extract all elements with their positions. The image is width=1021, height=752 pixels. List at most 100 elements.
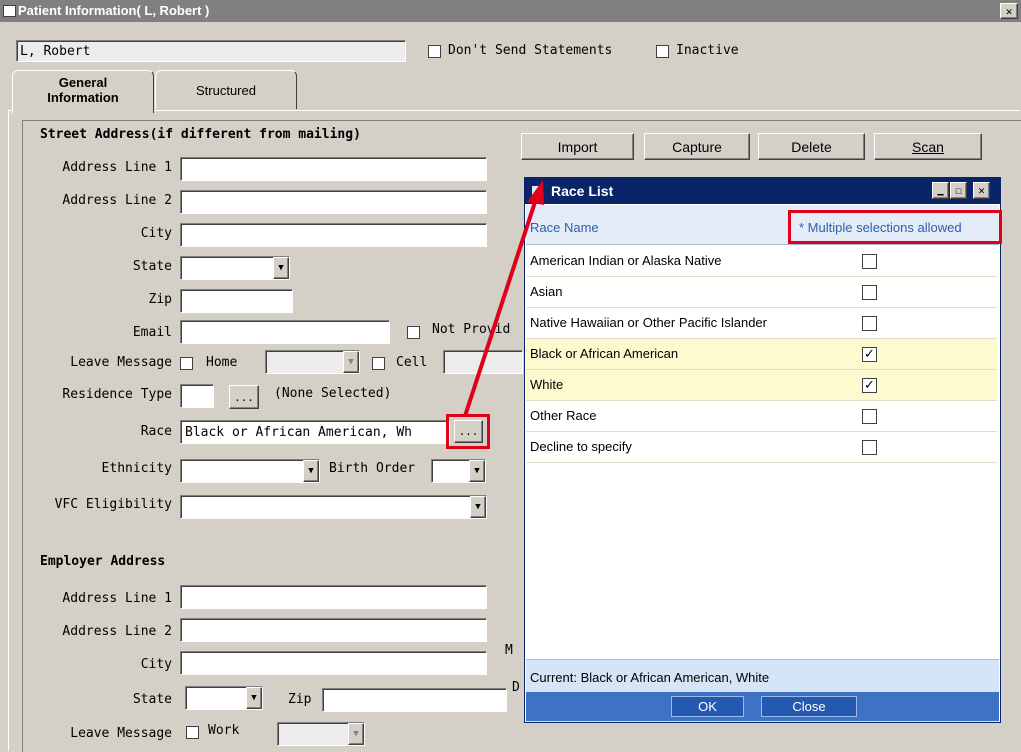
tab-structured-label: Structured bbox=[196, 82, 256, 98]
import-button[interactable]: Import bbox=[521, 133, 634, 160]
race-name-column-header: Race Name bbox=[530, 220, 599, 235]
scan-label: Scan bbox=[912, 138, 944, 155]
race-option-name: Other Race bbox=[530, 408, 597, 423]
employer-state-select[interactable]: ▼ bbox=[185, 686, 263, 710]
state-select[interactable]: ▼ bbox=[180, 256, 290, 280]
employer-state-dropdown-icon[interactable]: ▼ bbox=[246, 687, 262, 709]
home-dropdown-icon[interactable]: ▼ bbox=[343, 351, 359, 373]
not-provided-checkbox[interactable] bbox=[407, 326, 420, 339]
race-dialog-minimize-button[interactable]: ▁ bbox=[932, 182, 949, 199]
inactive-checkbox[interactable] bbox=[656, 45, 669, 58]
race-browse-button[interactable]: ... bbox=[454, 420, 483, 443]
race-list-row[interactable]: American Indian or Alaska Native bbox=[526, 246, 997, 277]
race-option-name: Asian bbox=[530, 284, 563, 299]
window-close-button[interactable]: ✕ bbox=[1000, 3, 1018, 19]
tab-general-line2: Information bbox=[47, 90, 119, 105]
city-input[interactable] bbox=[180, 223, 487, 247]
birth-order-dropdown-icon[interactable]: ▼ bbox=[469, 460, 485, 482]
race-input[interactable]: Black or African American, Wh bbox=[180, 420, 450, 444]
email-input[interactable] bbox=[180, 320, 390, 344]
address-line2-input[interactable] bbox=[180, 190, 487, 214]
ethnicity-dropdown-icon[interactable]: ▼ bbox=[303, 460, 319, 482]
vfc-dropdown-icon[interactable]: ▼ bbox=[470, 496, 486, 518]
race-value: Black or African American, Wh bbox=[185, 425, 412, 440]
address-line1-label: Address Line 1 bbox=[62, 160, 172, 175]
birth-order-select[interactable]: ▼ bbox=[431, 459, 486, 483]
clipped-label-m: M bbox=[505, 643, 513, 658]
multiple-selections-highlight bbox=[788, 210, 1002, 244]
employer-address-line2-input[interactable] bbox=[180, 618, 487, 642]
employer-leave-message-label: Leave Message bbox=[70, 726, 172, 741]
race-option-checkbox[interactable] bbox=[862, 254, 877, 269]
race-list-row[interactable]: Black or African American ✓ bbox=[526, 339, 997, 370]
race-dialog-footer: Current: Black or African American, Whit… bbox=[526, 659, 999, 722]
race-list-row[interactable]: Decline to specify bbox=[526, 432, 997, 463]
residence-type-input[interactable] bbox=[180, 384, 214, 408]
employer-city-input[interactable] bbox=[180, 651, 487, 675]
race-ok-button[interactable]: OK bbox=[671, 696, 744, 717]
race-list-dialog: Race List ▁ ☐ ✕ Race Name * Multiple sel… bbox=[524, 177, 1002, 723]
tab-structured[interactable]: Structured bbox=[155, 70, 297, 109]
cell-select[interactable] bbox=[443, 350, 523, 374]
race-option-name: Black or African American bbox=[530, 346, 679, 361]
race-option-name: Native Hawaiian or Other Pacific Islande… bbox=[530, 315, 767, 330]
race-list-row[interactable]: Other Race bbox=[526, 401, 997, 432]
scan-button[interactable]: Scan bbox=[874, 133, 982, 160]
dont-send-statements-checkbox[interactable] bbox=[428, 45, 441, 58]
race-option-checkbox[interactable]: ✓ bbox=[862, 347, 877, 362]
race-dialog-maximize-button[interactable]: ☐ bbox=[950, 182, 967, 199]
current-selection-text: Current: Black or African American, Whit… bbox=[530, 670, 770, 685]
residence-type-value: (None Selected) bbox=[274, 386, 392, 401]
race-option-checkbox[interactable]: ✓ bbox=[862, 378, 877, 393]
cell-checkbox[interactable] bbox=[372, 357, 385, 370]
delete-button[interactable]: Delete bbox=[758, 133, 865, 160]
race-ok-label: OK bbox=[698, 699, 717, 714]
race-close-button[interactable]: Close bbox=[761, 696, 857, 717]
race-close-label: Close bbox=[792, 699, 826, 714]
work-checkbox[interactable] bbox=[186, 726, 199, 739]
home-checkbox[interactable] bbox=[180, 357, 193, 370]
race-list-row[interactable]: Asian bbox=[526, 277, 997, 308]
tab-general-line1: General bbox=[58, 75, 108, 90]
employer-address-heading: Employer Address bbox=[40, 554, 166, 569]
work-select[interactable]: ▼ bbox=[277, 722, 365, 746]
state-dropdown-icon[interactable]: ▼ bbox=[273, 257, 289, 279]
vfc-eligibility-select[interactable]: ▼ bbox=[180, 495, 487, 519]
work-dropdown-icon[interactable]: ▼ bbox=[348, 723, 364, 745]
race-dialog-title-bar: Race List ▁ ☐ ✕ bbox=[525, 178, 1000, 204]
zip-input[interactable] bbox=[180, 289, 293, 313]
race-option-checkbox[interactable] bbox=[862, 409, 877, 424]
state-label: State bbox=[132, 259, 172, 274]
tab-general-information[interactable]: General Information bbox=[12, 70, 154, 113]
window-title: Patient Information( L, Robert ) bbox=[18, 3, 210, 18]
race-dialog-icon bbox=[532, 186, 543, 195]
ethnicity-select[interactable]: ▼ bbox=[180, 459, 320, 483]
race-option-checkbox[interactable] bbox=[862, 440, 877, 455]
race-list-row[interactable]: White ✓ bbox=[526, 370, 997, 401]
patient-name-value: L, Robert bbox=[20, 44, 91, 59]
patient-name-field[interactable]: L, Robert bbox=[16, 40, 406, 62]
race-option-checkbox[interactable] bbox=[862, 285, 877, 300]
residence-type-browse-button[interactable]: ... bbox=[229, 385, 259, 409]
race-list-row[interactable]: Native Hawaiian or Other Pacific Islande… bbox=[526, 308, 997, 339]
dont-send-statements-label: Don't Send Statements bbox=[448, 43, 613, 58]
address-line1-input[interactable] bbox=[180, 157, 487, 181]
residence-type-label: Residence Type bbox=[62, 387, 172, 402]
capture-label: Capture bbox=[672, 138, 722, 155]
employer-zip-input[interactable] bbox=[322, 688, 507, 712]
not-provided-label: Not Provid bbox=[432, 322, 511, 337]
race-dialog-close-button[interactable]: ✕ bbox=[973, 182, 990, 199]
race-option-checkbox[interactable] bbox=[862, 316, 877, 331]
email-label: Email bbox=[132, 325, 172, 340]
employer-zip-label: Zip bbox=[288, 692, 312, 707]
zip-label: Zip bbox=[148, 292, 172, 307]
delete-label: Delete bbox=[791, 138, 832, 155]
import-label: Import bbox=[557, 138, 598, 155]
tab-panel-border bbox=[8, 110, 1020, 111]
home-select[interactable]: ▼ bbox=[265, 350, 360, 374]
residence-ellipsis: ... bbox=[234, 390, 254, 404]
capture-button[interactable]: Capture bbox=[644, 133, 750, 160]
employer-address-line1-input[interactable] bbox=[180, 585, 487, 609]
race-dialog-title: Race List bbox=[551, 183, 614, 199]
leave-message-label: Leave Message bbox=[70, 355, 172, 370]
